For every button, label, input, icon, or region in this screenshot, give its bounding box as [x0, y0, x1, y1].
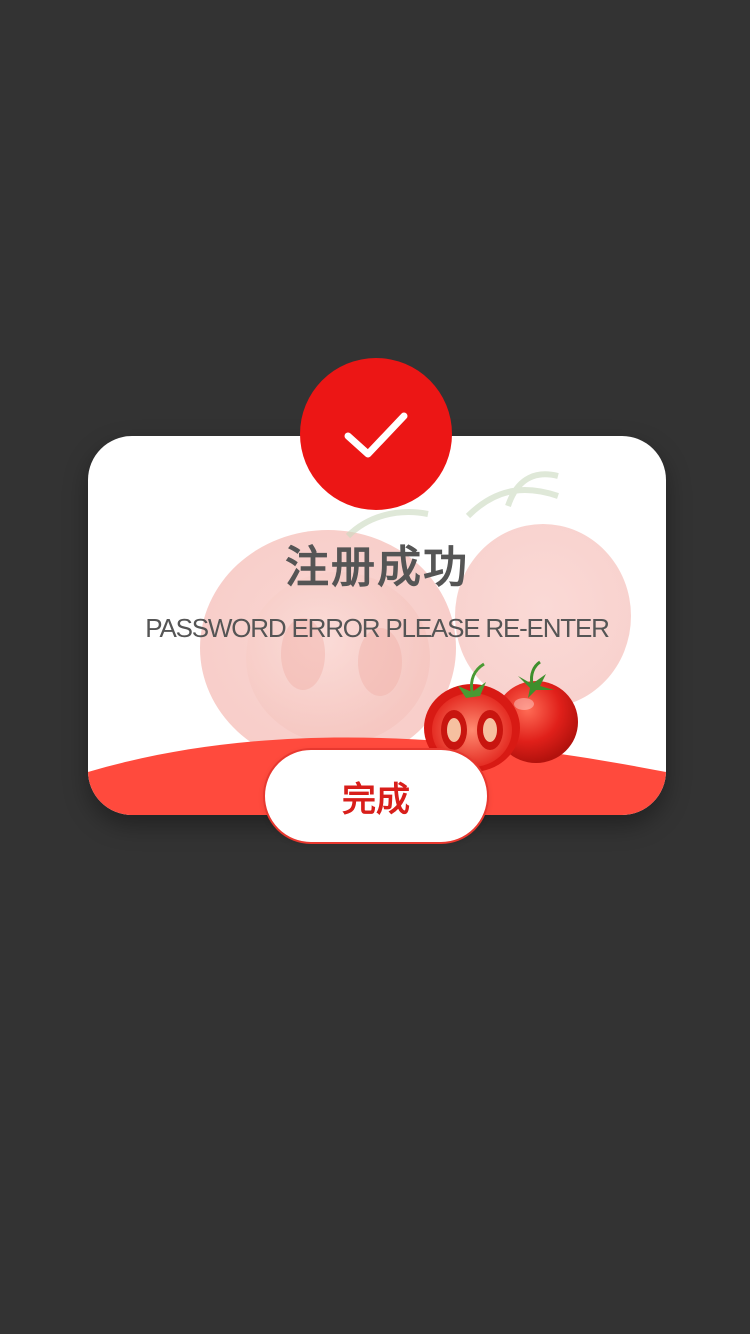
success-badge [300, 358, 452, 510]
dialog-subtitle: PASSWORD ERROR PLEASE RE-ENTER [145, 613, 610, 643]
dialog-title: 注册成功 [285, 542, 469, 593]
checkmark-icon [344, 412, 408, 458]
done-button[interactable]: 完成 [263, 748, 489, 844]
